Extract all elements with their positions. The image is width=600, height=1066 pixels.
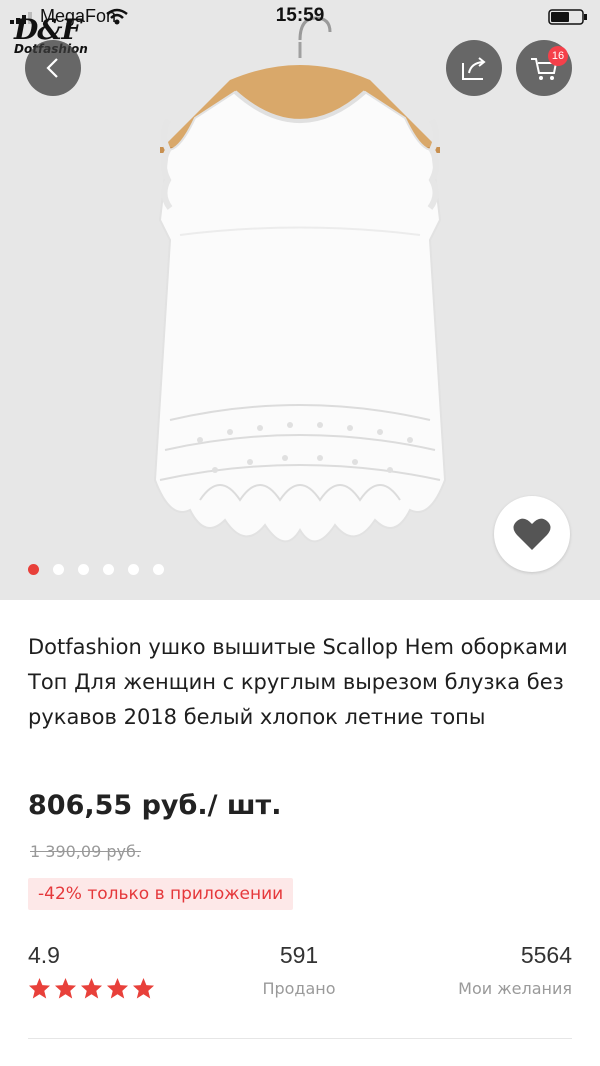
product-old-price: 1 390,09 руб. [30,842,141,861]
divider [28,1038,572,1039]
sold-block: 591 Продано [258,942,340,998]
back-arrow-icon [46,58,58,78]
cart-button[interactable]: 16 [516,40,572,96]
promo-badge: -42% только в приложении [28,878,294,910]
gallery-dot[interactable] [53,564,64,575]
sold-value: 591 [279,942,319,968]
product-title: Dotfashion ушко вышитые Scallop Hem обор… [28,635,568,729]
sold-label: Продано [262,979,336,998]
wishlist-value: 5564 [520,942,572,968]
gallery-dot[interactable] [153,564,164,575]
product-stats: 4.9 591 Продано 5564 Мои желания [28,942,572,1012]
rating-block[interactable]: 4.9 [28,942,155,999]
rating-value: 4.9 [28,942,60,968]
gallery-dot[interactable] [78,564,89,575]
wishlist-block: 5564 Мои желания [458,942,572,998]
cart-count-badge: 16 [548,46,568,66]
gallery-dot[interactable] [103,564,114,575]
star-icon [132,977,155,999]
product-price: 806,55 руб./ шт. [28,790,282,821]
star-icon [54,977,77,999]
clock: 15:59 [275,5,325,26]
wishlist-label: Мои желания [458,979,572,998]
star-icon [80,977,103,999]
status-bar: MegaFon 15:59 [0,0,600,34]
back-button[interactable] [25,40,81,96]
rating-stars [28,977,155,999]
heart-icon [513,518,551,550]
share-button[interactable] [446,40,502,96]
favorite-button[interactable] [494,496,570,572]
product-image-gallery[interactable]: MegaFon 15:59 D&F Dotfashion [0,0,600,600]
share-icon [462,57,486,80]
gallery-dot[interactable] [128,564,139,575]
star-icon [28,977,51,999]
gallery-dot[interactable] [28,564,39,575]
gallery-pagination [28,564,164,575]
battery-icon [548,9,587,25]
star-icon [106,977,129,999]
